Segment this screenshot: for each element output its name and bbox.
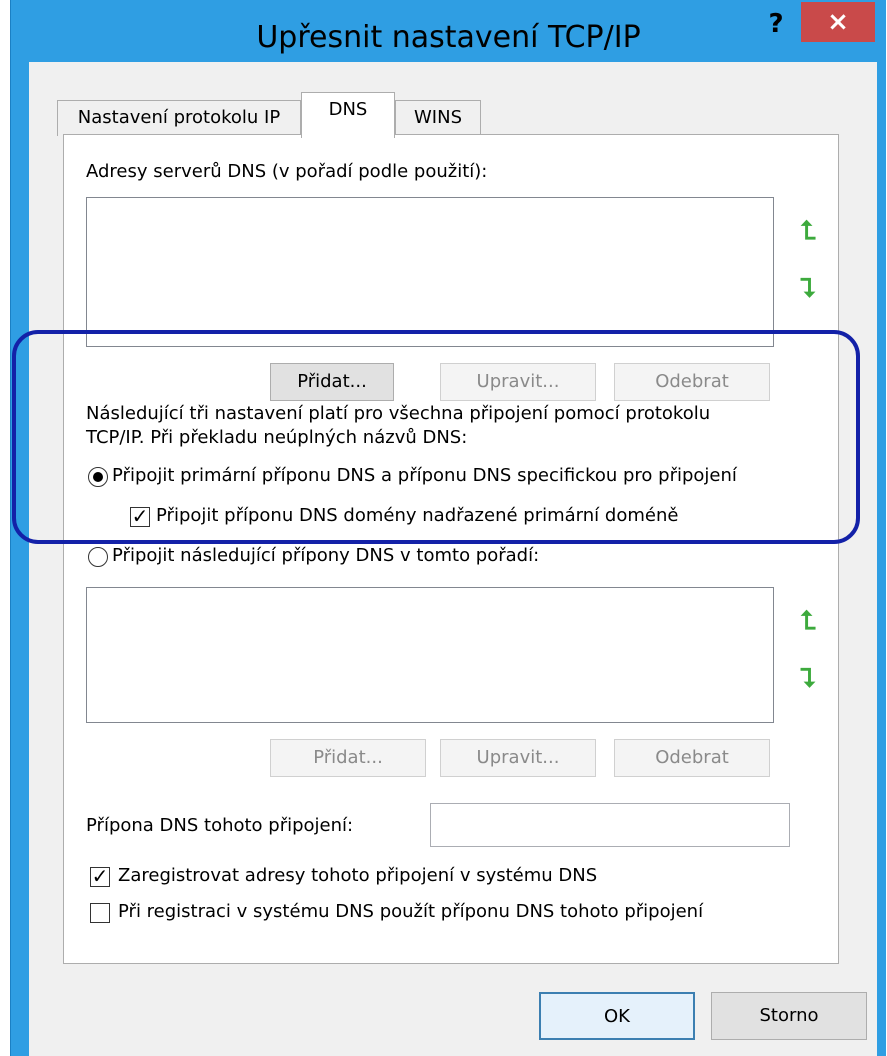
suffix-move-up-icon[interactable]: ⮤	[792, 605, 824, 637]
dialog-window: Upřesnit nastavení TCP/IP ? × Nastavení …	[10, 0, 886, 1056]
connection-suffix-input[interactable]	[430, 803, 790, 847]
dns-tab-panel: Adresy serverů DNS (v pořadí podle použi…	[63, 134, 839, 964]
remove-suffix-button[interactable]: Odebrat	[614, 739, 770, 777]
window-title: Upřesnit nastavení TCP/IP	[256, 20, 641, 55]
ok-button[interactable]: OK	[539, 992, 695, 1040]
checkbox-parent-suffix[interactable]: ✓	[130, 506, 150, 527]
tab-ip-settings[interactable]: Nastavení protokolu IP	[57, 100, 301, 136]
tab-wins[interactable]: WINS	[395, 100, 481, 136]
add-suffix-button[interactable]: Přidat...	[270, 739, 426, 777]
suffix-move-down-icon[interactable]: ⮧	[792, 663, 824, 695]
radio-primary-suffix[interactable]	[88, 467, 108, 487]
radio-primary-suffix-label[interactable]: Připojit primární příponu DNS a příponu …	[112, 465, 737, 486]
edit-suffix-button[interactable]: Upravit...	[440, 739, 596, 777]
move-up-icon[interactable]: ⮤	[792, 215, 824, 247]
cancel-button[interactable]: Storno	[711, 992, 867, 1040]
edit-dns-server-button[interactable]: Upravit...	[440, 363, 596, 401]
radio-suffix-list[interactable]	[88, 547, 108, 567]
radio-suffix-list-label[interactable]: Připojit následující přípony DNS v tomto…	[112, 545, 539, 566]
remove-dns-server-button[interactable]: Odebrat	[614, 363, 770, 401]
resolution-intro-line2: TCP/IP. Při překladu neúplných názvů DNS…	[86, 427, 468, 448]
checkbox-use-suffix-label[interactable]: Při registraci v systému DNS použít příp…	[118, 901, 703, 922]
dns-suffix-list[interactable]	[86, 587, 774, 723]
resolution-intro-line1: Následující tři nastavení platí pro všec…	[86, 403, 711, 424]
add-dns-server-button[interactable]: Přidat...	[270, 363, 394, 401]
checkbox-register-label[interactable]: Zaregistrovat adresy tohoto připojení v …	[118, 865, 597, 886]
tab-dns[interactable]: DNS	[301, 92, 395, 138]
checkbox-use-suffix[interactable]	[90, 903, 110, 923]
connection-suffix-label: Přípona DNS tohoto připojení:	[86, 815, 354, 836]
help-button[interactable]: ?	[757, 6, 795, 42]
dns-servers-list[interactable]	[86, 197, 774, 347]
checkbox-parent-suffix-label[interactable]: Připojit příponu DNS domény nadřazené pr…	[156, 505, 678, 526]
move-down-icon[interactable]: ⮧	[792, 273, 824, 305]
dialog-client: Nastavení protokolu IP DNS WINS Adresy s…	[29, 62, 877, 1056]
close-button[interactable]: ×	[801, 2, 875, 42]
dns-servers-label: Adresy serverů DNS (v pořadí podle použi…	[86, 161, 488, 182]
checkbox-register[interactable]: ✓	[90, 866, 110, 887]
